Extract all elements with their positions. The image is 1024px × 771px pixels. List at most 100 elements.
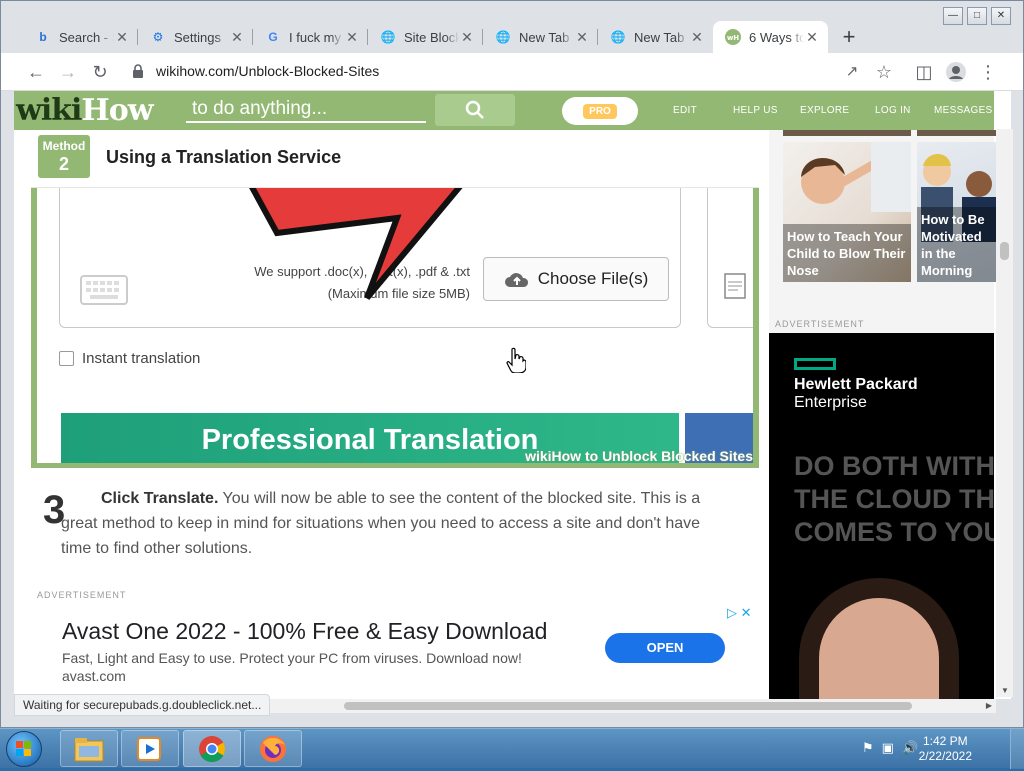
- search-button[interactable]: [435, 94, 515, 126]
- right-sidebar: How to Teach Your Child to Blow Their No…: [769, 130, 997, 699]
- search-input[interactable]: to do anything...: [186, 97, 426, 123]
- hpe-brand: Hewlett Packard Enterprise: [794, 376, 918, 411]
- tab-google[interactable]: G I fuck my ✕: [253, 21, 368, 53]
- instant-translation-checkbox[interactable]: [59, 351, 74, 366]
- wikihow-icon: wH: [725, 29, 741, 45]
- ad-description: Fast, Light and Easy to use. Protect you…: [62, 650, 522, 666]
- method-badge: Method 2: [38, 135, 90, 178]
- tab-strip: b Search - S ✕ ⚙ Settings ✕ G I fuck my …: [23, 21, 864, 53]
- tab-title: 6 Ways to: [749, 29, 804, 45]
- advertisement-label: ADVERTISEMENT: [37, 590, 127, 600]
- menu-kebab-icon[interactable]: ⋮: [977, 61, 999, 83]
- google-icon: G: [268, 30, 278, 44]
- ad-headline[interactable]: Avast One 2022 - 100% Free & Easy Downlo…: [62, 618, 547, 645]
- avast-ad[interactable]: ▷ ✕ Avast One 2022 - 100% Free & Easy Do…: [31, 603, 759, 699]
- forward-icon[interactable]: →: [57, 61, 79, 83]
- start-button[interactable]: [6, 731, 42, 767]
- image-watermark: wikiHow to Unblock Blocked Sites: [525, 448, 753, 464]
- show-desktop-button[interactable]: [1010, 729, 1024, 769]
- media-player-icon: [137, 736, 161, 761]
- gear-icon: ⚙: [152, 30, 164, 44]
- related-article-motivated[interactable]: How to Be Motivated in the Morning: [917, 142, 997, 282]
- wikihow-logo[interactable]: wikiHow: [16, 93, 154, 128]
- chrome-icon: [199, 735, 226, 762]
- address-bar[interactable]: wikihow.com/Unblock-Blocked-Sites: [121, 58, 907, 86]
- side-panel-icon[interactable]: ◫: [913, 61, 935, 83]
- firefox-icon: [260, 735, 286, 762]
- globe-icon: 🌐: [610, 30, 626, 44]
- file-explorer-icon: [74, 737, 104, 761]
- step-text: Click Translate. You will now be able to…: [61, 490, 701, 557]
- tab-wikihow[interactable]: wH 6 Ways to ✕: [713, 21, 828, 53]
- hpe-logo-icon: [794, 358, 836, 370]
- nav-log-in[interactable]: LOG IN: [875, 105, 911, 116]
- instant-translation-option[interactable]: Instant translation: [59, 350, 200, 367]
- nav-edit[interactable]: EDIT: [673, 105, 697, 116]
- close-tab-icon[interactable]: ✕: [689, 29, 705, 46]
- bookmark-star-icon[interactable]: ☆: [873, 61, 895, 83]
- tab-site-block[interactable]: 🌐 Site Block ✕: [368, 21, 483, 53]
- back-icon[interactable]: ←: [25, 61, 47, 83]
- volume-icon[interactable]: 🔊: [902, 740, 918, 756]
- share-icon[interactable]: ↗: [841, 61, 863, 83]
- tab-search[interactable]: b Search - S ✕: [23, 21, 138, 53]
- taskbar-firefox[interactable]: [244, 730, 302, 767]
- close-tab-icon[interactable]: ✕: [574, 29, 590, 46]
- system-tray: ⚑ ▣ 🔊: [862, 740, 918, 756]
- browser-window: — □ ✕ b Search - S ✕ ⚙ Settings ✕ G I fu…: [0, 0, 1024, 728]
- globe-icon: 🌐: [380, 30, 396, 44]
- close-tab-icon[interactable]: ✕: [229, 29, 245, 46]
- network-icon[interactable]: ▣: [882, 740, 894, 756]
- url-text: wikihow.com/Unblock-Blocked-Sites: [156, 63, 380, 79]
- bing-icon: b: [39, 30, 47, 44]
- browser-toolbar: ← → ↻ wikihow.com/Unblock-Blocked-Sites …: [1, 53, 1023, 91]
- clock[interactable]: 1:42 PM 2/22/2022: [919, 734, 972, 764]
- close-tab-icon[interactable]: ✕: [459, 29, 475, 46]
- ad-open-button[interactable]: OPEN: [605, 633, 725, 663]
- tab-new-tab-1[interactable]: 🌐 New Tab ✕: [483, 21, 598, 53]
- close-tab-icon[interactable]: ✕: [344, 29, 360, 46]
- tab-title: New Tab: [519, 29, 570, 45]
- close-tab-icon[interactable]: ✕: [114, 29, 130, 46]
- profile-avatar-icon[interactable]: [945, 61, 967, 83]
- windows-logo-icon: [16, 741, 31, 756]
- svg-text:wH: wH: [727, 34, 739, 42]
- hand-cursor-icon: [506, 347, 526, 373]
- scroll-down-icon[interactable]: ▼: [1001, 686, 1009, 695]
- adchoices-icon[interactable]: ▷ ✕: [727, 605, 752, 621]
- keyboard-icon: [80, 275, 128, 305]
- hpe-ad[interactable]: Hewlett Packard Enterprise DO BOTH WITH T…: [769, 333, 994, 699]
- web-page: wikiHow to do anything... PRO EDIT HELP …: [14, 91, 1011, 699]
- windows-taskbar: ⚑ ▣ 🔊 1:42 PM 2/22/2022: [0, 728, 1024, 769]
- maximize-button[interactable]: □: [967, 7, 987, 25]
- red-arrow-graphic: [249, 188, 463, 300]
- document-icon: [724, 273, 746, 299]
- nav-help-us[interactable]: HELP US: [733, 105, 778, 116]
- reload-icon[interactable]: ↻: [89, 61, 111, 83]
- advertisement-label: ADVERTISEMENT: [775, 319, 865, 329]
- status-bar: Waiting for securepubads.g.doubleclick.n…: [14, 694, 271, 716]
- close-tab-icon[interactable]: ✕: [804, 29, 820, 46]
- globe-icon: 🌐: [495, 30, 511, 44]
- scroll-right-icon[interactable]: ▶: [986, 701, 992, 710]
- taskbar-media-player[interactable]: [121, 730, 179, 767]
- document-box: [707, 188, 753, 328]
- close-button[interactable]: ✕: [991, 7, 1011, 25]
- tab-title: New Tab: [634, 29, 685, 45]
- vertical-scrollbar[interactable]: ▼: [996, 129, 1013, 697]
- ad-domain: avast.com: [62, 668, 126, 684]
- nav-explore[interactable]: EXPLORE: [800, 105, 849, 116]
- minimize-button[interactable]: —: [943, 7, 963, 25]
- taskbar-chrome[interactable]: [183, 730, 241, 767]
- tab-settings[interactable]: ⚙ Settings ✕: [138, 21, 253, 53]
- new-tab-button[interactable]: +: [834, 21, 864, 53]
- action-center-flag-icon[interactable]: ⚑: [862, 740, 874, 756]
- nav-messages[interactable]: MESSAGES: [934, 105, 993, 116]
- related-article-child-nose[interactable]: How to Teach Your Child to Blow Their No…: [783, 142, 911, 282]
- article-image: We support .doc(x), .ppt(x), .pdf & .txt…: [31, 188, 759, 468]
- tab-new-tab-2[interactable]: 🌐 New Tab ✕: [598, 21, 713, 53]
- pro-button[interactable]: PRO: [562, 97, 638, 125]
- hpe-tagline: DO BOTH WITH THE CLOUD TH COMES TO YOU: [794, 451, 994, 547]
- taskbar-file-explorer[interactable]: [60, 730, 118, 767]
- method-header: Method 2 Using a Translation Service: [31, 130, 759, 188]
